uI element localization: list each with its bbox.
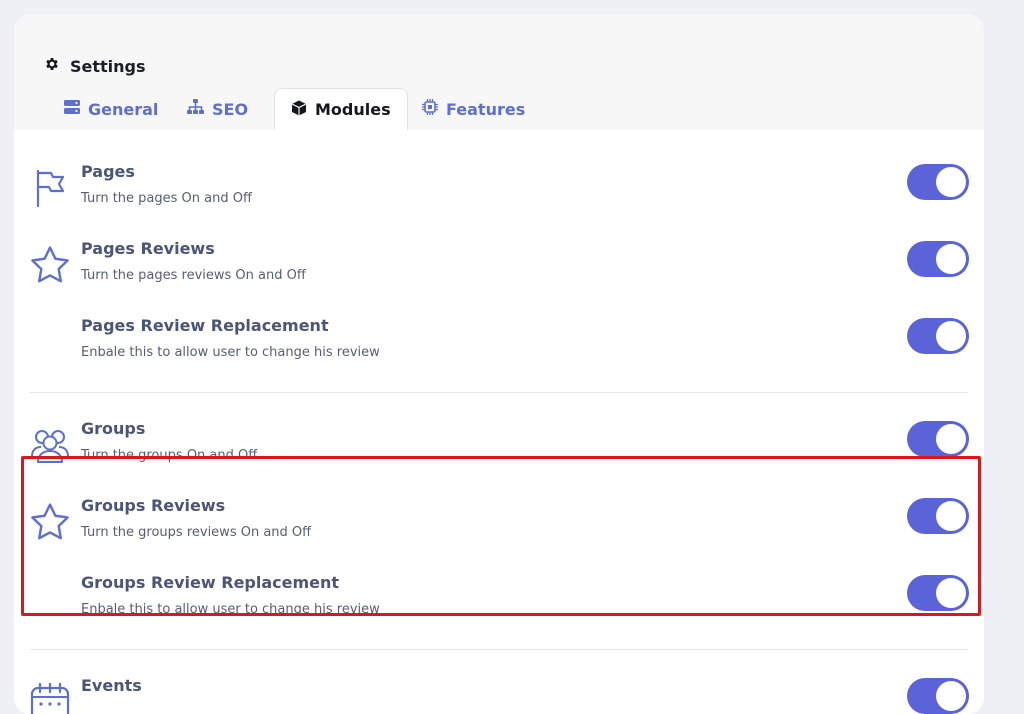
module-title: Pages [81,162,135,181]
tab-features[interactable]: Features [422,88,525,130]
users-icon [28,423,72,467]
toggle-knob [936,501,966,531]
module-description: Turn the groups reviews On and Off [81,525,312,540]
tab-bar: General SEO Modules Features [48,88,954,131]
tab-label: Features [446,99,526,119]
module-description: Turn the pages On and Off [81,191,252,206]
tab-general[interactable]: General [64,88,158,130]
module-row-groups-review-replacement: Groups Review Replacement Enbale this to… [14,573,984,643]
module-title: Groups Review Replacement [81,573,340,592]
module-row-groups: Groups Turn the groups On and Off [14,419,984,489]
chip-icon [422,99,438,119]
module-row-pages-review-replacement: Pages Review Replacement Enbale this to … [14,316,984,386]
module-description: Turn the groups On and Off [81,448,258,463]
page-title: Settings [70,56,146,76]
section-divider [30,649,968,650]
settings-card: Settings General SEO Modules Features Pa… [14,14,984,714]
module-row-groups-reviews: Groups Reviews Turn the groups reviews O… [14,496,984,566]
tab-label: SEO [212,99,249,119]
pages-toggle[interactable] [907,164,969,200]
server-icon [64,99,80,119]
groups-reviews-toggle[interactable] [907,498,969,534]
module-title: Pages Review Replacement [81,316,329,335]
groups-toggle[interactable] [907,421,969,457]
pages-review-replacement-toggle[interactable] [907,318,969,354]
sitemap-icon [187,99,204,119]
settings-header: Settings [44,56,146,76]
gear-icon [44,56,60,76]
section-divider [30,392,968,393]
toggle-knob [936,244,966,274]
star-icon [28,243,72,287]
calendar-icon [28,680,72,714]
module-description: Enbale this to allow user to change his … [81,345,380,360]
toggle-knob [936,167,966,197]
events-toggle[interactable] [907,678,969,714]
module-row-events: Events [14,676,984,714]
tab-modules[interactable]: Modules [274,88,408,131]
module-title: Groups Reviews [81,496,226,515]
toggle-knob [936,424,966,454]
star-icon [28,500,72,544]
module-title: Pages Reviews [81,239,215,258]
module-description: Enbale this to allow user to change his … [81,602,380,617]
tab-label: Modules [315,100,391,119]
flag-icon [28,166,72,210]
module-row-pages: Pages Turn the pages On and Off [14,162,984,232]
tab-seo[interactable]: SEO [187,88,248,130]
module-title: Events [81,676,142,695]
module-title: Groups [81,419,146,438]
module-row-pages-reviews: Pages Reviews Turn the pages reviews On … [14,239,984,309]
modules-panel: Pages Turn the pages On and Off Pages Re… [14,130,984,714]
toggle-knob [936,321,966,351]
toggle-knob [936,578,966,608]
toggle-knob [936,681,966,711]
cube-icon [291,100,307,120]
module-description: Turn the pages reviews On and Off [81,268,306,283]
groups-review-replacement-toggle[interactable] [907,575,969,611]
tab-label: General [88,99,159,119]
pages-reviews-toggle[interactable] [907,241,969,277]
